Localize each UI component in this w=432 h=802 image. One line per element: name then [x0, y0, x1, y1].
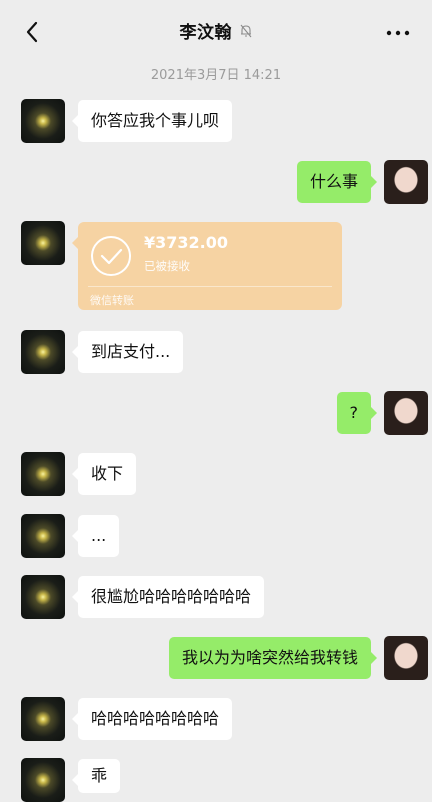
- contact-avatar[interactable]: [21, 514, 65, 558]
- contact-avatar[interactable]: [21, 221, 65, 265]
- message-timestamp: 2021年3月7日 14:21: [150, 68, 282, 83]
- contact-avatar[interactable]: [21, 575, 65, 619]
- more-dots-icon: [386, 30, 410, 36]
- user-avatar[interactable]: [384, 391, 428, 435]
- incoming-message[interactable]: 收下: [71, 453, 137, 495]
- contact-avatar[interactable]: [21, 452, 65, 496]
- checkmark-circle-icon: [90, 235, 132, 281]
- contact-avatar[interactable]: [21, 330, 65, 374]
- chat-header: 李汶翰: [0, 0, 432, 62]
- contact-avatar[interactable]: [21, 99, 65, 143]
- transfer-status: 已被接收: [144, 259, 190, 273]
- incoming-message[interactable]: ...: [71, 515, 120, 557]
- incoming-message[interactable]: 到店支付...: [71, 331, 184, 373]
- contact-avatar[interactable]: [21, 758, 65, 802]
- outgoing-message[interactable]: 我以为为啥突然给我转钱: [168, 637, 378, 679]
- outgoing-message[interactable]: 什么事: [296, 161, 378, 203]
- user-avatar[interactable]: [384, 160, 428, 204]
- transfer-divider: [88, 286, 332, 287]
- transfer-card[interactable]: ¥3732.00 已被接收 微信转账: [72, 222, 342, 310]
- contact-avatar[interactable]: [21, 697, 65, 741]
- outgoing-message[interactable]: ?: [336, 392, 377, 434]
- incoming-message[interactable]: 你答应我个事儿呗: [71, 100, 233, 142]
- user-avatar[interactable]: [384, 636, 428, 680]
- incoming-message[interactable]: 乖: [71, 759, 121, 793]
- more-options-button[interactable]: [386, 22, 410, 41]
- chat-title: 李汶翰: [0, 18, 432, 43]
- mute-bell-icon: [240, 23, 252, 43]
- contact-name: 李汶翰: [179, 23, 233, 43]
- transfer-label: 微信转账: [90, 294, 134, 307]
- transfer-amount: ¥3732.00: [144, 233, 229, 252]
- incoming-message[interactable]: 很尴尬哈哈哈哈哈哈哈: [71, 576, 265, 618]
- incoming-message[interactable]: 哈哈哈哈哈哈哈哈: [71, 698, 233, 740]
